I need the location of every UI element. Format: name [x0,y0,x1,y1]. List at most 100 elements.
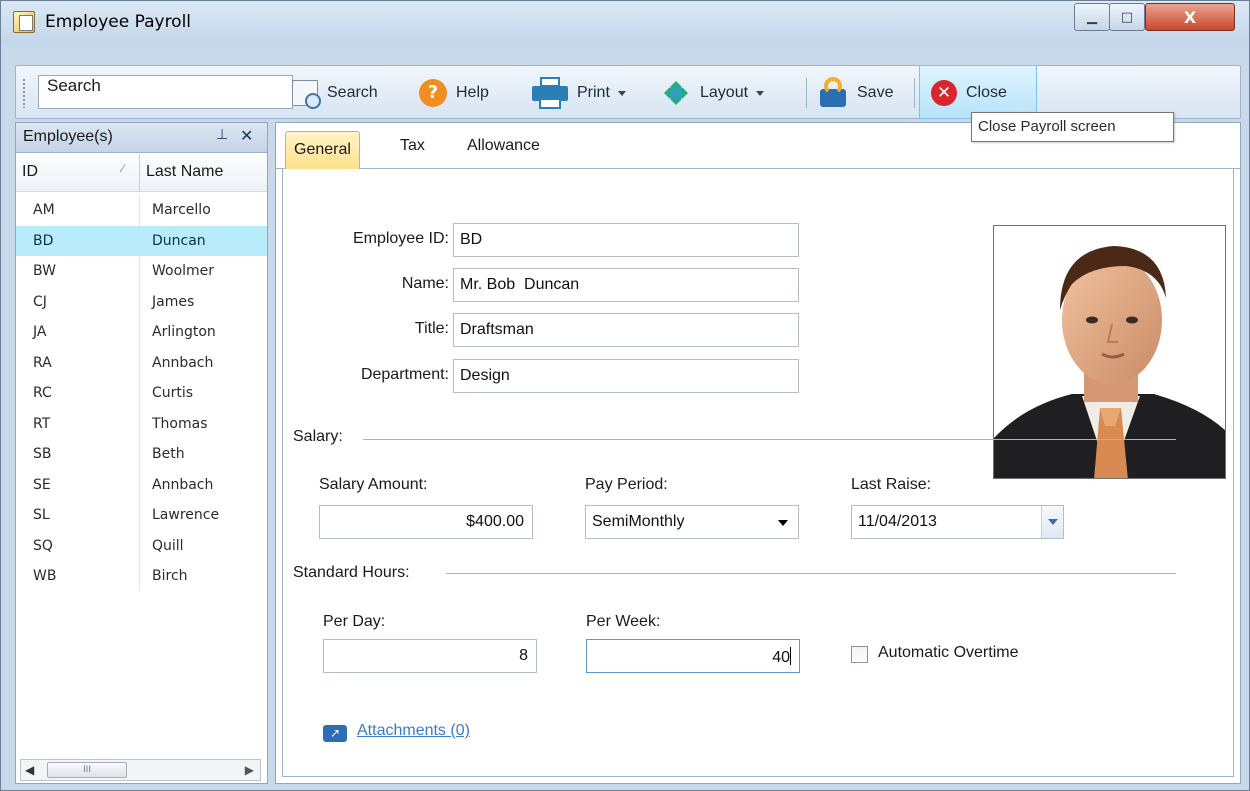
per-day-value: 8 [519,647,528,664]
scroll-right-icon[interactable]: ▶ [245,763,254,777]
employee-photo [993,225,1226,479]
save-button[interactable]: Save [816,74,893,112]
last-raise-date-picker[interactable]: 11/04/2013 [851,505,1064,539]
employee-row[interactable]: BD Duncan [16,225,267,256]
salary-amount-value: $400.00 [466,513,524,530]
layout-dropdown-icon[interactable] [756,90,765,96]
text-caret [790,647,791,665]
employee-row[interactable]: RT Thomas [16,409,267,440]
salary-group-label: Salary: [293,428,343,445]
employee-row[interactable]: WB Birch [16,561,267,592]
employee-row[interactable]: SQ Quill [16,531,267,562]
employee-row[interactable]: SE Annbach [16,470,267,501]
window-close-button[interactable]: X [1145,3,1235,31]
close-button[interactable]: ✕ Close [931,74,1007,112]
print-button-label: Print [577,84,610,101]
employee-last-name-cell: James [152,293,195,310]
employee-id-cell: SE [33,476,51,493]
tab-tax[interactable]: Tax [400,137,425,155]
panel-close-icon[interactable]: ✕ [240,126,253,145]
per-day-field[interactable]: 8 [323,639,537,673]
employee-id-cell: WB [33,568,57,584]
salary-amount-field[interactable]: $400.00 [319,505,533,539]
search-input[interactable]: Search [38,75,293,109]
employee-row[interactable]: RA Annbach [16,348,267,379]
name-field[interactable]: Mr. Bob Duncan [453,268,799,302]
salary-amount-label: Salary Amount: [319,476,428,493]
employee-id-cell: RC [33,385,52,401]
print-dropdown-icon[interactable] [617,90,626,96]
toolbar-grip-icon[interactable] [22,78,26,108]
employee-row[interactable]: BW Woolmer [16,256,267,287]
title-label: Title: [414,320,449,337]
per-week-label: Per Week: [586,613,661,630]
employee-row[interactable]: SB Beth [16,439,267,470]
employee-id-cell: RT [33,415,51,432]
tab-allowance-label: Allowance [467,137,540,154]
toolbar: Search Search ? Help Print Layout Save ✕ [15,65,1241,119]
pay-period-value: SemiMonthly [592,513,685,530]
department-value: Design [460,367,510,384]
name-value: Mr. Bob Duncan [460,276,580,293]
automatic-overtime-checkbox[interactable] [851,646,868,663]
employee-last-name-cell: Quill [152,537,184,554]
close-button-label: Close [966,84,1007,101]
column-header-last-name-label: Last Name [146,163,224,180]
help-icon: ? [419,79,447,107]
tab-general[interactable]: General [285,131,360,170]
employee-id-cell: CJ [33,293,47,310]
pin-icon[interactable]: ⊥ [216,127,228,143]
pay-period-label: Pay Period: [585,476,668,493]
minimize-button[interactable]: ▁ [1074,3,1110,31]
employee-id-cell: SQ [33,537,53,554]
title-field[interactable]: Draftsman [453,313,799,347]
save-icon [816,77,848,109]
per-week-field[interactable]: 40 [586,639,800,673]
horizontal-scrollbar[interactable]: ◀ III ▶ [20,759,261,781]
employee-last-name-cell: Annbach [152,476,214,493]
employee-id-cell: RA [33,354,52,371]
layout-button[interactable]: Layout [661,74,765,112]
employee-id-label: Employee ID: [352,230,449,247]
search-button-label: Search [327,84,378,101]
attachments-link[interactable]: Attachments (0) [357,722,470,740]
close-tooltip: Close Payroll screen [971,112,1174,142]
tab-general-label: General [294,141,351,158]
calendar-dropdown-icon[interactable] [1041,506,1063,538]
department-field[interactable]: Design [453,359,799,393]
employee-row[interactable]: CJ James [16,287,267,318]
employee-row[interactable]: JA Arlington [16,317,267,348]
automatic-overtime-label[interactable]: Automatic Overtime [878,644,1018,662]
toolbar-separator [914,78,915,108]
main-pane: General Tax Allowance Employee ID: BD Na… [275,122,1241,784]
search-button[interactable]: Search [292,74,378,112]
employee-last-name-cell: Birch [152,568,188,584]
employee-id-cell: AM [33,202,55,218]
print-button[interactable]: Print [532,74,626,112]
employee-row[interactable]: RC Curtis [16,378,267,409]
employee-id-cell: BW [33,263,56,279]
save-button-label: Save [857,84,894,101]
employee-last-name-cell: Lawrence [152,507,220,523]
employee-row[interactable]: SL Lawrence [16,500,267,531]
column-header-id[interactable]: ID ⁄ [16,154,140,192]
pay-period-dropdown-icon [778,520,788,526]
help-button[interactable]: ? Help [419,74,489,112]
attachment-folder-icon[interactable]: ↗ [323,725,347,742]
tab-allowance[interactable]: Allowance [467,137,540,155]
employee-id-field[interactable]: BD [453,223,799,257]
scroll-left-icon[interactable]: ◀ [25,763,34,777]
per-day-label: Per Day: [323,613,386,630]
department-label: Department: [360,366,449,383]
scroll-thumb[interactable]: III [47,762,127,778]
employee-row[interactable]: AM Marcello [16,195,267,226]
pay-period-select[interactable]: SemiMonthly [585,505,799,539]
layout-arrows-icon [661,78,691,108]
close-circle-icon: ✕ [931,80,957,106]
employee-rows: AM Marcello BD Duncan BW Woolmer CJ James JA Arli… [16,195,267,592]
maximize-icon: □ [1120,9,1134,25]
column-header-last-name[interactable]: Last Name [140,154,267,192]
employee-last-name-cell: Annbach [152,354,214,371]
maximize-button[interactable]: □ [1109,3,1145,31]
employee-id-cell: BD [33,232,54,249]
